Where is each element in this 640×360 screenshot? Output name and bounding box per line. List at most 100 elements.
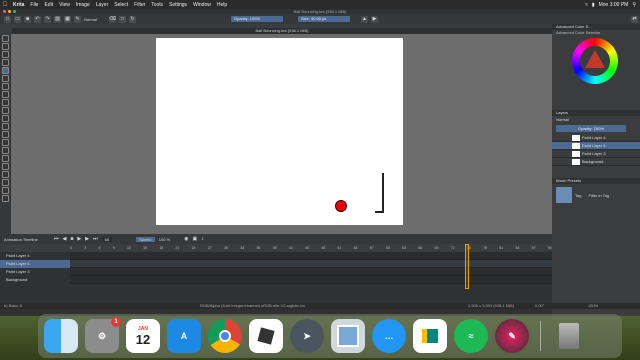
color-picker-tool[interactable] xyxy=(2,179,9,186)
messages-icon[interactable]: … xyxy=(372,319,406,353)
open-document-icon[interactable]: ▭ xyxy=(14,15,21,23)
menu-file[interactable]: File xyxy=(27,2,41,8)
timeline-layer-label[interactable]: Paint Layer 4 xyxy=(0,252,70,260)
timeline-track[interactable] xyxy=(70,276,552,284)
tag-label[interactable]: Tag xyxy=(575,193,581,198)
apple-icon[interactable]:  xyxy=(0,2,10,8)
frame-number-field[interactable]: 66 xyxy=(101,236,113,242)
timeline-track[interactable] xyxy=(70,268,552,276)
play-icon[interactable]: ▶ xyxy=(77,236,81,242)
ellipse-tool[interactable] xyxy=(2,91,9,98)
wifi-icon[interactable]: ≈ xyxy=(585,2,588,8)
zoom-window-button[interactable] xyxy=(13,10,16,13)
stop-icon[interactable]: ■ xyxy=(70,236,73,242)
bezier-tool[interactable] xyxy=(2,115,9,122)
first-frame-icon[interactable]: ⏮ xyxy=(54,236,59,242)
brush-preset-thumbnail[interactable] xyxy=(556,187,572,203)
polyline-tool[interactable] xyxy=(2,107,9,114)
timeline-track[interactable] xyxy=(70,252,552,260)
preview-icon[interactable] xyxy=(331,319,365,353)
transform-tool[interactable] xyxy=(2,147,9,154)
mirror-horizontal-icon[interactable]: ▲ xyxy=(361,15,368,23)
trash-icon[interactable] xyxy=(552,319,586,353)
reload-preset-icon[interactable]: ↻ xyxy=(129,15,136,23)
menu-clock[interactable]: Mon 3:00 PM xyxy=(599,2,629,8)
menu-tools[interactable]: Tools xyxy=(148,2,166,8)
select-shapes-tool[interactable] xyxy=(2,35,9,42)
roblox-icon[interactable] xyxy=(249,319,283,353)
gradient-tool[interactable] xyxy=(2,171,9,178)
drop-frames-icon[interactable]: ▣ xyxy=(193,236,198,242)
eraser-mode-icon[interactable]: ⌫ xyxy=(109,15,116,23)
opacity-slider[interactable]: Opacity: 100% xyxy=(231,16,283,22)
calligraphy-tool[interactable] xyxy=(2,59,9,66)
save-icon[interactable]: ■ xyxy=(24,15,31,23)
layers-opacity-slider[interactable]: Opacity: 100% xyxy=(556,125,626,132)
text-tool[interactable] xyxy=(2,43,9,50)
menu-filter[interactable]: Filter xyxy=(131,2,148,8)
app-store-icon[interactable]: A xyxy=(167,319,201,353)
close-window-button[interactable] xyxy=(3,10,6,13)
chrome-icon[interactable] xyxy=(208,319,242,353)
prev-frame-icon[interactable]: ◀ xyxy=(63,236,67,242)
minimize-window-button[interactable] xyxy=(8,10,11,13)
rocket-icon[interactable]: ➤ xyxy=(290,319,324,353)
timeline-layer-label-selected[interactable]: Paint Layer 6 xyxy=(0,260,70,268)
size-slider[interactable]: Size: 40.00 px xyxy=(298,16,350,22)
pattern-icon[interactable]: ▦ xyxy=(64,15,71,23)
blend-mode-select[interactable]: Normal xyxy=(84,17,106,22)
google-meet-icon[interactable] xyxy=(413,319,447,353)
menu-help[interactable]: Help xyxy=(214,2,230,8)
dynamic-brush-tool[interactable] xyxy=(2,131,9,138)
search-icon[interactable]: ⚲ xyxy=(632,2,636,8)
menu-window[interactable]: Window xyxy=(190,2,214,8)
calendar-icon[interactable]: JAN 12 xyxy=(126,319,160,353)
edit-shapes-tool[interactable] xyxy=(2,51,9,58)
timeline-track[interactable] xyxy=(70,260,552,268)
timeline-playhead[interactable] xyxy=(465,244,469,289)
menu-settings[interactable]: Settings xyxy=(166,2,190,8)
onion-skin-icon[interactable]: ◉ xyxy=(184,236,188,242)
last-frame-icon[interactable]: ⏭ xyxy=(93,236,98,242)
freehand-path-tool[interactable] xyxy=(2,123,9,130)
gradient-icon[interactable]: ▧ xyxy=(54,15,61,23)
crop-tool[interactable] xyxy=(2,139,9,146)
timeline-layer-label[interactable]: Background xyxy=(0,276,70,284)
layers-blend-select[interactable]: Normal xyxy=(552,116,640,123)
menu-image[interactable]: Image xyxy=(73,2,93,8)
layer-item-selected[interactable]: Paint Layer 6 xyxy=(552,142,640,150)
move-tool[interactable] xyxy=(2,155,9,162)
layer-item[interactable]: Background xyxy=(552,158,640,166)
zoom-tool[interactable] xyxy=(2,187,9,194)
freehand-brush-tool[interactable] xyxy=(2,67,9,74)
menu-edit[interactable]: Edit xyxy=(41,2,56,8)
timeline-layer-label[interactable]: Paint Layer 3 xyxy=(0,268,70,276)
filter-in-tag-checkbox[interactable]: Filter in Tag xyxy=(588,193,609,198)
line-tool[interactable] xyxy=(2,75,9,82)
alpha-lock-icon[interactable]: □ xyxy=(119,15,126,23)
menu-select[interactable]: Select xyxy=(111,2,131,8)
krita-icon[interactable]: ✎ xyxy=(495,319,529,353)
new-document-icon[interactable]: □ xyxy=(4,15,11,23)
polygon-tool[interactable] xyxy=(2,99,9,106)
menu-view[interactable]: View xyxy=(56,2,73,8)
brush-preset-icon[interactable]: ✎ xyxy=(74,15,81,23)
mirror-vertical-icon[interactable]: ▶ xyxy=(371,15,378,23)
layer-item[interactable]: Paint Layer 4 xyxy=(552,134,640,142)
spotify-icon[interactable]: ≈ xyxy=(454,319,488,353)
battery-icon[interactable]: ▮ xyxy=(592,2,595,8)
next-frame-icon[interactable]: ▶ xyxy=(85,236,89,242)
menu-app-name[interactable]: Krita xyxy=(10,2,27,8)
menu-layer[interactable]: Layer xyxy=(93,2,112,8)
audio-icon[interactable]: ♪ xyxy=(201,236,204,242)
undo-icon[interactable]: ↶ xyxy=(34,15,41,23)
redo-icon[interactable]: ↷ xyxy=(44,15,51,23)
speed-field[interactable]: 100 % xyxy=(159,237,170,242)
drawing-canvas[interactable] xyxy=(156,38,403,225)
wrap-around-icon[interactable]: ⇄ xyxy=(631,15,638,23)
system-preferences-icon[interactable]: ⚙ 1 xyxy=(85,317,121,353)
layer-item[interactable]: Paint Layer 3 xyxy=(552,150,640,158)
pan-tool[interactable] xyxy=(2,195,9,202)
rectangle-tool[interactable] xyxy=(2,83,9,90)
finder-icon[interactable] xyxy=(44,319,78,353)
